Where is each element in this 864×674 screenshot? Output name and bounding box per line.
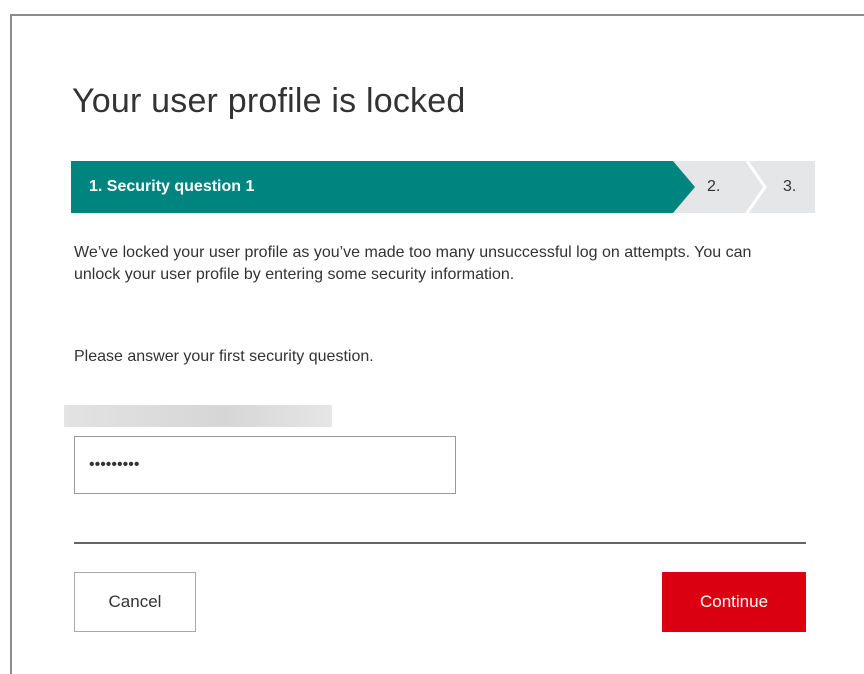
continue-button[interactable]: Continue (662, 572, 806, 632)
step-1-label: 1. Security question 1 (89, 178, 255, 195)
security-answer-input[interactable] (74, 436, 456, 494)
progress-stepper: 1. Security question 1 2. 3. (71, 161, 815, 213)
step-3-label: 3. (783, 178, 797, 195)
page-title: Your user profile is locked (72, 82, 466, 120)
cancel-button[interactable]: Cancel (74, 572, 196, 632)
actions-divider (74, 542, 806, 544)
redacted-question-label (64, 405, 332, 427)
step-2-label: 2. (707, 178, 721, 195)
security-question-prompt: Please answer your first security questi… (74, 348, 374, 365)
intro-text: We’ve locked your user profile as you’ve… (74, 244, 752, 283)
